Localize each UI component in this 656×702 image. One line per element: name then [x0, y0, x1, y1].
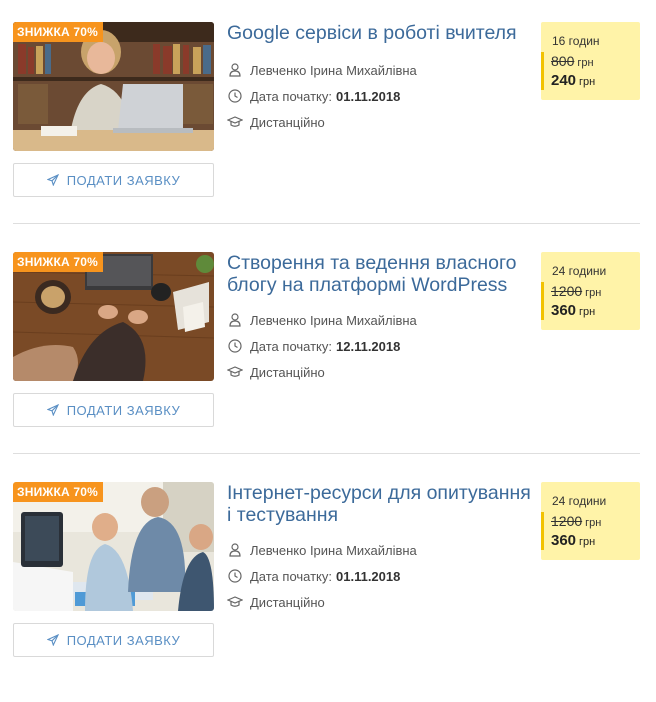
- currency: грн: [577, 57, 594, 69]
- graduation-cap-icon: [227, 114, 243, 130]
- new-price: 240 грн: [551, 72, 595, 89]
- price-box: 16 годин 800 грн 240 грн: [541, 22, 640, 100]
- course-card: ЗНИЖКА 70% Google сервіси в роботі вчите…: [0, 22, 656, 242]
- course-image[interactable]: ЗНИЖКА 70%: [13, 252, 214, 381]
- format-row: Дистанційно: [227, 594, 325, 610]
- start-date: 01.11.2018: [336, 568, 401, 584]
- new-price-value: 240: [551, 72, 577, 89]
- course-title[interactable]: Google сервіси в роботі вчителя: [227, 22, 532, 44]
- currency: грн: [585, 517, 602, 529]
- apply-button[interactable]: ПОДАТИ ЗАЯВКУ: [13, 163, 214, 197]
- author-name: Левченко Ірина Михайлівна: [250, 62, 417, 78]
- format-row: Дистанційно: [227, 364, 325, 380]
- course-card: ЗНИЖКА 70% Інтернет-ресурси для опитуван…: [0, 482, 656, 702]
- user-icon: [227, 542, 243, 558]
- clock-icon: [227, 568, 243, 584]
- old-price-value: 800: [551, 53, 575, 69]
- old-price-value: 1200: [551, 513, 583, 529]
- divider: [13, 453, 640, 454]
- course-image[interactable]: ЗНИЖКА 70%: [13, 482, 214, 611]
- currency: грн: [585, 287, 602, 299]
- currency: грн: [579, 306, 596, 318]
- price-accent-bar: [541, 282, 544, 320]
- author-row: Левченко Ірина Михайлівна: [227, 62, 417, 78]
- start-label: Дата початку:: [250, 88, 332, 104]
- format-row: Дистанційно: [227, 114, 325, 130]
- paper-plane-icon: [46, 404, 59, 416]
- new-price-value: 360: [551, 532, 577, 549]
- course-hours: 24 години: [552, 494, 607, 508]
- paper-plane-icon: [46, 174, 59, 186]
- start-date: 01.11.2018: [336, 88, 401, 104]
- user-icon: [227, 62, 243, 78]
- apply-button-label: ПОДАТИ ЗАЯВКУ: [66, 172, 181, 188]
- apply-button-label: ПОДАТИ ЗАЯВКУ: [66, 632, 181, 648]
- paper-plane-icon: [46, 634, 59, 646]
- new-price-value: 360: [551, 302, 577, 319]
- course-card: ЗНИЖКА 70% Створення та ведення власного…: [0, 252, 656, 472]
- old-price: 800 грн: [551, 53, 594, 69]
- old-price: 1200 грн: [551, 513, 601, 529]
- format-label: Дистанційно: [250, 594, 325, 610]
- currency: грн: [579, 76, 596, 88]
- currency: грн: [579, 536, 596, 548]
- course-title[interactable]: Створення та ведення власного блогу на п…: [227, 252, 532, 296]
- price-accent-bar: [541, 512, 544, 550]
- format-label: Дистанційно: [250, 364, 325, 380]
- course-title[interactable]: Інтернет-ресурси для опитування і тестув…: [227, 482, 532, 526]
- price-box: 24 години 1200 грн 360 грн: [541, 482, 640, 560]
- course-hours: 24 години: [552, 264, 607, 278]
- author-name: Левченко Ірина Михайлівна: [250, 542, 417, 558]
- discount-badge: ЗНИЖКА 70%: [13, 22, 103, 42]
- date-row: Дата початку: 01.11.2018: [227, 568, 400, 584]
- course-image[interactable]: ЗНИЖКА 70%: [13, 22, 214, 151]
- date-row: Дата початку: 12.11.2018: [227, 338, 400, 354]
- discount-badge: ЗНИЖКА 70%: [13, 482, 103, 502]
- start-label: Дата початку:: [250, 338, 332, 354]
- author-row: Левченко Ірина Михайлівна: [227, 542, 417, 558]
- discount-badge: ЗНИЖКА 70%: [13, 252, 103, 272]
- apply-button[interactable]: ПОДАТИ ЗАЯВКУ: [13, 623, 214, 657]
- graduation-cap-icon: [227, 364, 243, 380]
- course-hours: 16 годин: [552, 34, 600, 48]
- new-price: 360 грн: [551, 532, 595, 549]
- divider: [13, 223, 640, 224]
- clock-icon: [227, 88, 243, 104]
- author-row: Левченко Ірина Михайлівна: [227, 312, 417, 328]
- old-price: 1200 грн: [551, 283, 601, 299]
- price-box: 24 години 1200 грн 360 грн: [541, 252, 640, 330]
- author-name: Левченко Ірина Михайлівна: [250, 312, 417, 328]
- user-icon: [227, 312, 243, 328]
- new-price: 360 грн: [551, 302, 595, 319]
- price-accent-bar: [541, 52, 544, 90]
- apply-button-label: ПОДАТИ ЗАЯВКУ: [66, 402, 181, 418]
- start-date: 12.11.2018: [336, 338, 401, 354]
- date-row: Дата початку: 01.11.2018: [227, 88, 400, 104]
- old-price-value: 1200: [551, 283, 583, 299]
- start-label: Дата початку:: [250, 568, 332, 584]
- graduation-cap-icon: [227, 594, 243, 610]
- format-label: Дистанційно: [250, 114, 325, 130]
- apply-button[interactable]: ПОДАТИ ЗАЯВКУ: [13, 393, 214, 427]
- clock-icon: [227, 338, 243, 354]
